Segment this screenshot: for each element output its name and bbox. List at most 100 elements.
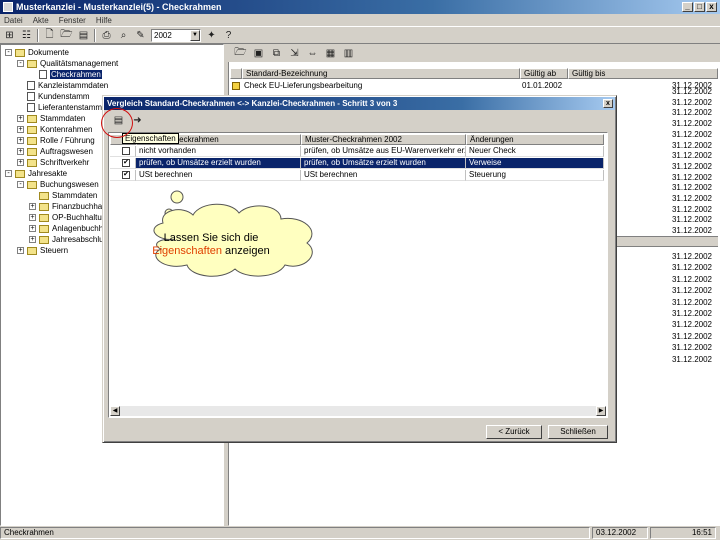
tree-item[interactable]: + Stammdaten — [17, 113, 85, 124]
folder-icon — [39, 235, 49, 244]
folder-icon — [27, 246, 37, 255]
print-icon[interactable]: ⎙ — [100, 29, 113, 42]
menu-fenster[interactable]: Fenster — [59, 16, 86, 25]
dialog-title: Vergleich Standard-Checkrahmen <-> Kanzl… — [104, 97, 615, 110]
menu-akte[interactable]: Akte — [33, 16, 49, 25]
expand-icon[interactable]: + — [17, 247, 24, 254]
callout-text: Lassen Sie sich die Eigenschaften anzeig… — [152, 232, 270, 258]
tree-item[interactable]: + Auftragswesen — [17, 146, 93, 157]
row-date: 31.12.2002 — [671, 129, 712, 139]
row-checkbox[interactable]: ✔ — [122, 171, 130, 179]
arrow-right-icon[interactable]: ➜ — [131, 114, 144, 127]
expand-icon[interactable]: + — [29, 225, 36, 232]
menu-hilfe[interactable]: Hilfe — [96, 16, 112, 25]
expand-icon[interactable]: + — [17, 115, 24, 122]
row-muster: prüfen, ob Umsätze erzielt wurden — [301, 158, 466, 169]
row-checkbox[interactable]: ✔ — [122, 159, 130, 167]
row-date: 31.12.2002 — [671, 183, 712, 193]
tree-item[interactable]: - Buchungswesen — [17, 179, 99, 190]
expand-icon[interactable]: + — [17, 137, 24, 144]
folder-icon — [27, 59, 37, 68]
row-date: 31.12.2002 — [671, 161, 712, 171]
close-dialog-button[interactable]: Schließen — [548, 425, 608, 439]
tree-item-label: Lieferantenstamm — [38, 103, 103, 112]
collapse-icon[interactable]: - — [5, 170, 12, 177]
tree-item[interactable]: - Qualitätsmanagement — [17, 58, 118, 69]
expand-icon[interactable]: + — [17, 148, 24, 155]
columns-icon[interactable]: ▥ — [342, 47, 355, 60]
tree-item[interactable]: Lieferantenstamm — [17, 102, 102, 113]
row-change: Verweise — [466, 158, 604, 169]
row-date: 31.12.2002 — [671, 172, 712, 182]
tree-item[interactable]: + Steuern — [17, 245, 68, 256]
edit-icon[interactable]: ✎ — [134, 29, 147, 42]
tree-item[interactable]: + Rolle / Führung — [17, 135, 95, 146]
copy-icon[interactable]: ⧉ — [270, 47, 283, 60]
search-icon[interactable]: ⌕ — [117, 29, 130, 42]
dlg-header-changes[interactable]: Änderungen — [466, 134, 604, 145]
row-checkbox[interactable] — [122, 147, 130, 155]
scroll-right-icon[interactable]: ▶ — [596, 406, 606, 416]
table-row[interactable]: ✔ prüfen, ob Umsätze erzielt wurden prüfen… — [110, 158, 604, 169]
right-toolbar: 🗁 ▣ ⧉ ⇲ ⇔ ▦ ▥ — [228, 44, 720, 62]
marker-icon — [232, 81, 240, 90]
folder-icon — [39, 224, 49, 233]
wizard-icon[interactable]: ✦ — [205, 29, 218, 42]
tree-item[interactable]: - Dokumente — [5, 47, 69, 58]
expand-icon[interactable]: + — [17, 126, 24, 133]
grid-header-marker — [230, 68, 242, 79]
scroll-left-icon[interactable]: ◀ — [110, 406, 120, 416]
close-button[interactable]: x — [706, 2, 717, 12]
save-icon[interactable]: ▣ — [252, 47, 265, 60]
row-date: 31.12.2002 — [671, 204, 712, 214]
back-button[interactable]: < Zurück — [486, 425, 542, 439]
table-row[interactable]: nicht vorhanden prüfen, ob Umsätze aus EU… — [110, 146, 604, 157]
row-date: 31.12.2002 — [671, 331, 712, 341]
chevron-down-icon[interactable]: ▼ — [190, 29, 200, 41]
grid-header-name[interactable]: Standard-Bezeichnung — [242, 68, 520, 79]
expand-icon[interactable]: + — [17, 159, 24, 166]
tree-item[interactable]: - Jahresakte — [5, 168, 67, 179]
tree-item[interactable]: + Kontenrahmen — [17, 124, 92, 135]
grid-icon[interactable]: ▦ — [324, 47, 337, 60]
table-row[interactable]: ✔ USt berechnen USt berechnen Steuerung — [110, 170, 604, 181]
maximize-button[interactable]: □ — [694, 2, 705, 12]
expand-icon[interactable]: + — [29, 214, 36, 221]
main-toolbar: ⊞ ☷ 🗋 🗁 ▤ ⎙ ⌕ ✎ 2002 ▼ ✦ ? — [0, 26, 720, 44]
list-view-icon[interactable]: ☷ — [20, 29, 33, 42]
grid-header-to[interactable]: Gültig bis — [568, 68, 718, 79]
row-date: 31.12.2002 — [671, 151, 712, 161]
open-folder-icon[interactable]: 🗁 — [60, 29, 73, 42]
dlg-header-muster[interactable]: Muster-Checkrahmen 2002 — [301, 134, 466, 145]
expand-icon[interactable]: + — [29, 203, 36, 210]
tree-item[interactable]: Checkrahmen — [29, 69, 102, 80]
tree-item[interactable]: Stammdaten — [29, 190, 97, 201]
folder-icon — [15, 48, 25, 57]
collapse-icon[interactable]: - — [17, 60, 24, 67]
compare-icon[interactable]: ⇔ — [306, 47, 319, 60]
grid-header-from[interactable]: Gültig ab — [520, 68, 568, 79]
year-select[interactable]: 2002 ▼ — [151, 28, 201, 42]
tree-item[interactable]: Kundenstamm — [17, 91, 90, 102]
tree-item[interactable]: Kanzleistammdaten — [17, 80, 108, 91]
export-icon[interactable]: ⇲ — [288, 47, 301, 60]
folder-icon — [27, 114, 37, 123]
new-document-icon[interactable]: 🗋 — [43, 29, 56, 42]
collapse-icon[interactable]: - — [17, 181, 24, 188]
row-change: Steuerung — [466, 170, 604, 181]
tree-item[interactable]: + Schriftverkehr — [17, 157, 89, 168]
row-from: 01.01.2002 — [522, 81, 563, 90]
horizontal-scrollbar[interactable]: ◀ ▶ — [110, 406, 606, 416]
collapse-icon[interactable]: - — [5, 49, 12, 56]
tree-item[interactable]: + OP-Buchhaltung — [29, 212, 111, 223]
properties-icon[interactable]: ▤ — [77, 29, 90, 42]
callout-highlight: Eigenschaften — [152, 245, 222, 257]
open-icon[interactable]: 🗁 — [234, 47, 247, 60]
tree-view-icon[interactable]: ⊞ — [3, 29, 16, 42]
minimize-button[interactable]: _ — [682, 2, 693, 12]
menu-datei[interactable]: Datei — [4, 16, 23, 25]
tree-item[interactable]: + Jahresabschluss — [29, 234, 112, 245]
help-icon[interactable]: ? — [222, 29, 235, 42]
dialog-close-icon[interactable]: x — [603, 99, 613, 108]
expand-icon[interactable]: + — [29, 236, 36, 243]
